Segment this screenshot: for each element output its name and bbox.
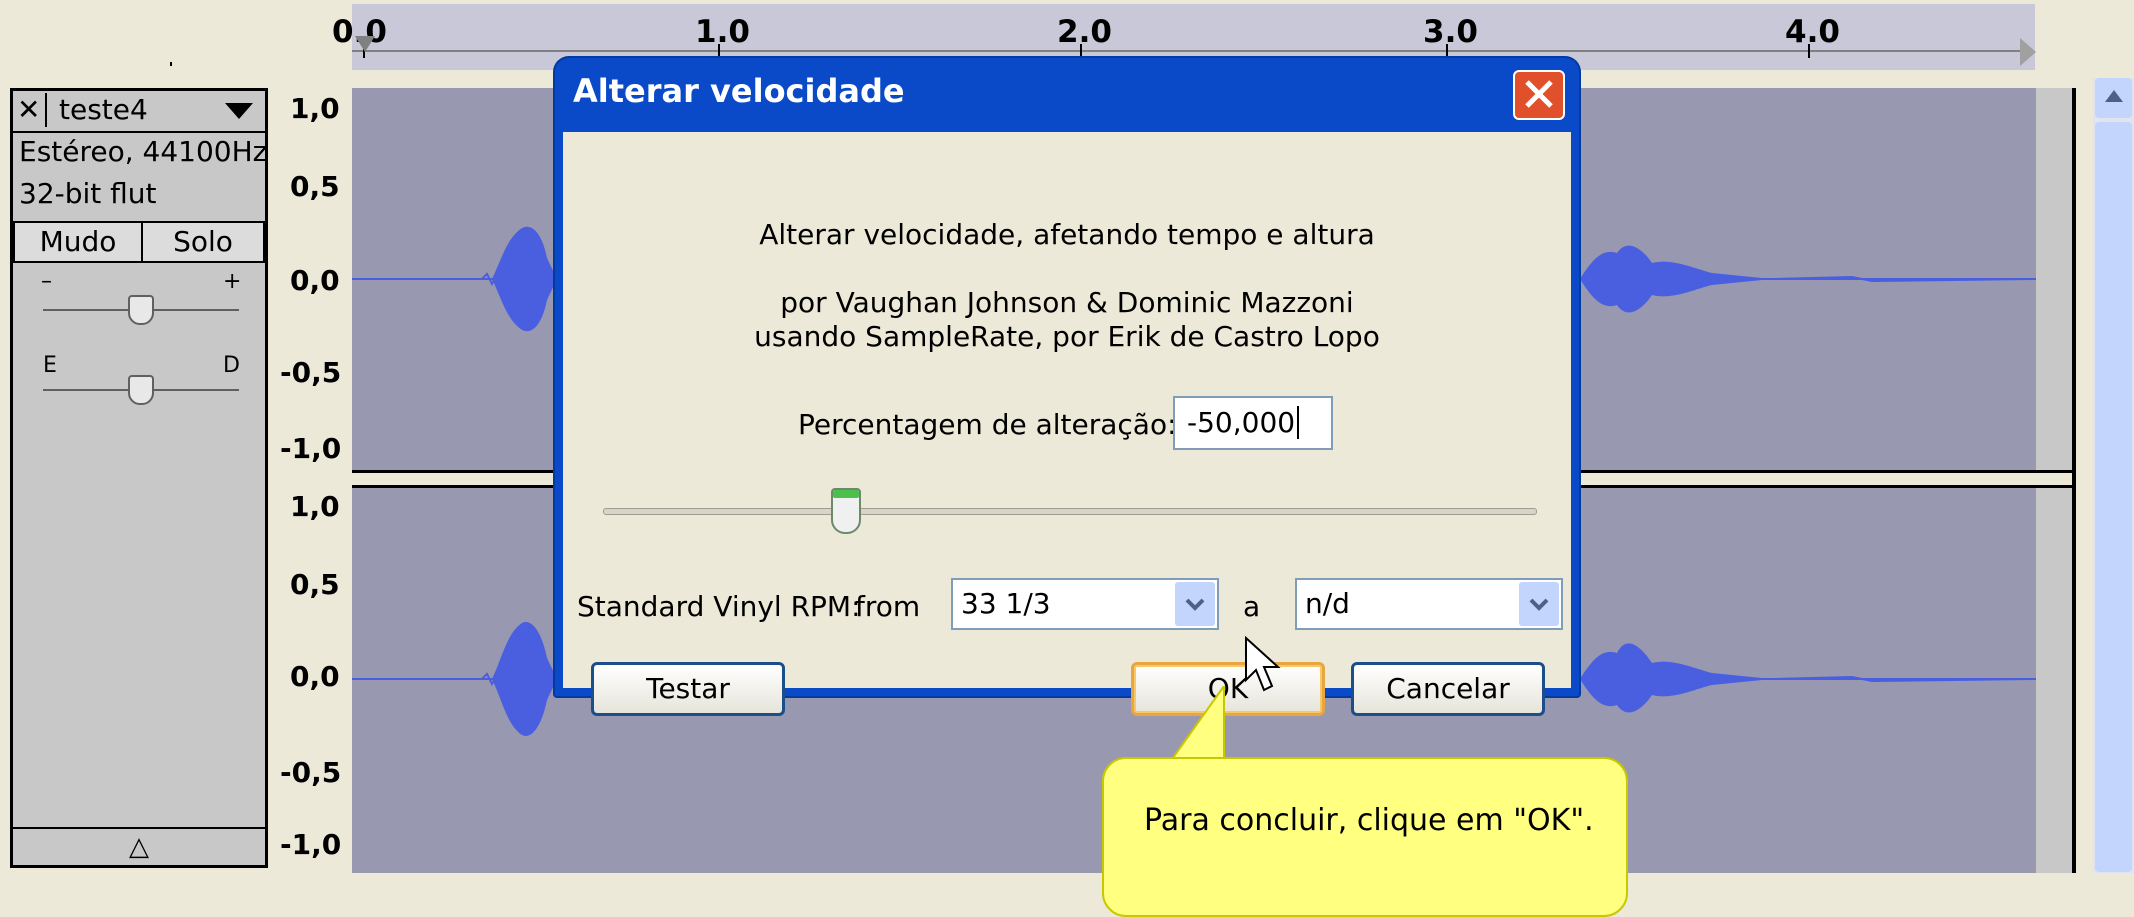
speed-slider-track[interactable]: [603, 508, 1537, 515]
track-bitdepth: 32-bit flut: [19, 177, 157, 210]
track-buttons-row: Mudo Solo: [13, 221, 265, 263]
from-rpm-value: 33 1/3: [961, 587, 1051, 620]
track-control-panel: ✕ teste4 Estéreo, 44100Hz 32-bit flut Mu…: [10, 88, 268, 868]
slider-thumb-highlight: [833, 490, 859, 498]
to-rpm-value: n/d: [1305, 587, 1350, 620]
track-header: ✕ teste4: [13, 91, 265, 133]
scale-label: -0,5: [280, 356, 342, 389]
ruler-baseline: [352, 50, 2022, 52]
play-region-end-icon[interactable]: [2020, 38, 2036, 66]
dialog-body: Alterar velocidade, afetando tempo e alt…: [563, 132, 1571, 716]
percent-change-label: Percentagem de alteração:: [798, 408, 1177, 441]
hint-tooltip: Para concluir, clique em "OK".: [1102, 757, 1628, 917]
track-menu-arrow-icon[interactable]: [225, 103, 253, 119]
to-rpm-select[interactable]: n/d: [1295, 578, 1563, 630]
gain-minus-label: –: [41, 269, 52, 294]
from-label: from: [855, 590, 921, 623]
to-label: a: [1243, 590, 1261, 623]
tooltip-text: Para concluir, clique em "OK".: [1144, 803, 1594, 838]
scale-label: -0,5: [280, 756, 342, 789]
chevron-down-icon[interactable]: [1175, 582, 1215, 626]
test-button[interactable]: Testar: [591, 662, 785, 716]
scale-label: -1,0: [280, 432, 342, 465]
from-rpm-select[interactable]: 33 1/3: [951, 578, 1219, 630]
track-name[interactable]: teste4: [59, 93, 148, 126]
ruler-label: 2.0: [1057, 14, 1112, 50]
speed-slider-thumb[interactable]: [831, 488, 861, 534]
pan-left-label: E: [43, 353, 57, 378]
vertical-scale: 1,0 0,5 0,0 -0,5 -1,0 1,0 0,5 0,0 -0,5 -…: [268, 88, 352, 873]
gain-plus-label: +: [223, 269, 242, 294]
mouse-cursor-icon: [1245, 636, 1281, 692]
ruler-tick: [1080, 44, 1082, 58]
solo-button[interactable]: Solo: [141, 221, 265, 263]
scale-label: -1,0: [280, 828, 342, 861]
track-close-icon[interactable]: ✕: [17, 93, 47, 127]
scroll-up-button[interactable]: [2095, 78, 2132, 118]
chevron-down-icon[interactable]: [1519, 582, 1559, 626]
ruler-label: 1.0: [695, 14, 750, 50]
ruler-tick: [1808, 44, 1810, 58]
dialog-description: Alterar velocidade, afetando tempo e alt…: [759, 218, 1375, 251]
ruler-tick: [718, 44, 720, 58]
tooltip-pointer: [1168, 686, 1225, 763]
vinyl-rpm-label: Standard Vinyl RPM:: [577, 590, 861, 623]
track-format: Estéreo, 44100Hz: [19, 135, 268, 168]
ruler-tick: [170, 62, 172, 66]
percent-change-input[interactable]: -50,000: [1173, 396, 1333, 450]
track-end-area: [2036, 88, 2072, 470]
scale-label: 0,0: [290, 264, 340, 297]
text-cursor: [1297, 406, 1300, 439]
scroll-thumb[interactable]: [2095, 122, 2132, 872]
ruler-tick: [1446, 44, 1448, 58]
scale-label: 0,5: [290, 568, 340, 601]
pan-right-label: D: [223, 353, 240, 378]
close-icon: [1525, 80, 1553, 108]
dialog-title: Alterar velocidade: [573, 72, 905, 110]
gain-slider-thumb[interactable]: [128, 295, 154, 325]
scale-label: 0,5: [290, 170, 340, 203]
scale-label: 1,0: [290, 490, 340, 523]
close-button[interactable]: [1513, 70, 1565, 120]
mute-button[interactable]: Mudo: [13, 221, 143, 263]
dialog-credits-line2: usando SampleRate, por Erik de Castro Lo…: [754, 320, 1380, 353]
percent-change-value: -50,000: [1187, 406, 1296, 439]
change-speed-dialog: Alterar velocidade Alterar velocidade, a…: [555, 58, 1579, 716]
dialog-credits-line1: por Vaughan Johnson & Dominic Mazzoni: [780, 286, 1354, 319]
play-region-start-icon[interactable]: [355, 36, 375, 52]
collapse-track-icon[interactable]: △: [13, 827, 265, 867]
ruler-label: 4.0: [1785, 14, 1840, 50]
scale-label: 1,0: [290, 92, 340, 125]
ruler-label: 3.0: [1423, 14, 1478, 50]
track-end-area: [2036, 488, 2072, 873]
pan-slider-thumb[interactable]: [128, 375, 154, 405]
cancel-button[interactable]: Cancelar: [1351, 662, 1545, 716]
vertical-scrollbar[interactable]: [2093, 78, 2134, 873]
chevron-up-icon: [2105, 90, 2123, 102]
scale-label: 0,0: [290, 660, 340, 693]
track-right-border: [2072, 88, 2076, 873]
